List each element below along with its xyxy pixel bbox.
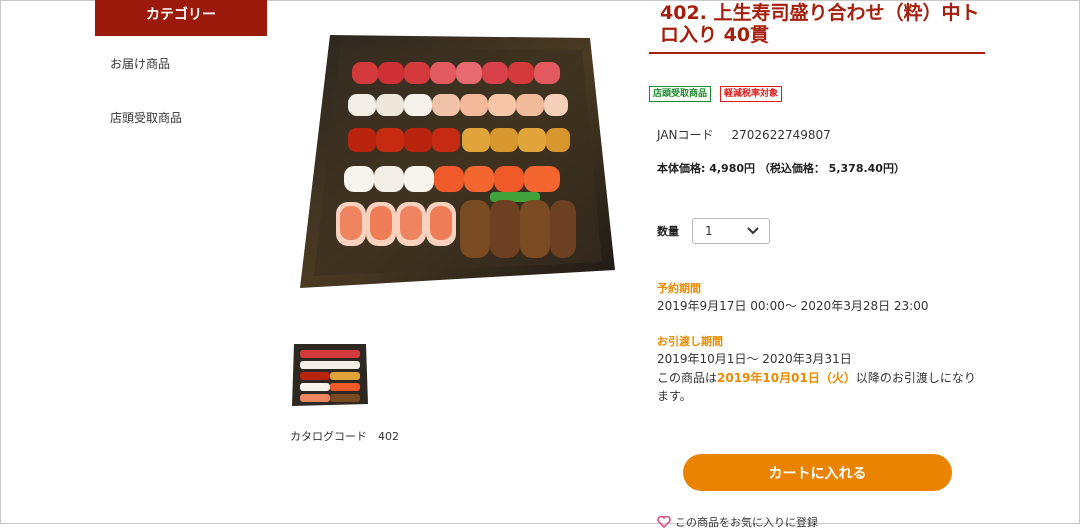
jan-code-label: JANコード <box>657 128 714 142</box>
title-divider <box>649 52 985 54</box>
quantity-label: 数量 <box>657 225 679 238</box>
price-text: 本体価格: 4,980円 （税込価格： 5,378.40円） <box>657 162 905 175</box>
sidebar-item-store-pickup[interactable]: 店頭受取商品 <box>110 109 182 126</box>
badge-reduced-tax: 軽減税率対象 <box>720 86 783 102</box>
pickup-label: お引渡し期間 <box>657 335 723 348</box>
pickup-period: 2019年10月1日～ 2020年3月31日 <box>657 352 852 366</box>
quantity-value: 1 <box>705 224 713 238</box>
pickup-note-date: 2019年10月01日（火） <box>717 371 856 385</box>
badge-store-pickup: 店頭受取商品 <box>649 86 712 102</box>
category-header: カテゴリー <box>95 0 267 36</box>
catalog-code: カタログコード 402 <box>290 430 399 443</box>
chevron-down-icon <box>747 227 759 235</box>
product-image <box>300 35 615 288</box>
jan-code: JANコード 2702622749807 <box>657 126 831 143</box>
quantity-select[interactable]: 1 <box>692 218 770 244</box>
favorite-link[interactable]: この商品をお気に入りに登録 <box>657 514 818 530</box>
reservation-period: 2019年9月17日 00:00～ 2020年3月28日 23:00 <box>657 299 929 313</box>
favorite-text: この商品をお気に入りに登録 <box>675 516 818 529</box>
sidebar-item-delivery[interactable]: お届け商品 <box>110 55 170 72</box>
heart-icon <box>657 516 671 528</box>
pickup-note-before: この商品は <box>657 371 718 385</box>
reservation-label: 予約期間 <box>657 282 701 295</box>
pickup-note: この商品は2019年10月01日（火）以降のお引渡しになります。 <box>657 369 977 405</box>
jan-code-value: 2702622749807 <box>731 128 831 142</box>
category-header-label: カテゴリー <box>146 7 216 23</box>
product-thumbnail[interactable] <box>290 340 370 408</box>
product-title: 402. 上生寿司盛り合わせ（粋）中トロ入り 40貫 <box>660 2 980 46</box>
add-to-cart-button[interactable]: カートに入れる <box>683 454 952 491</box>
